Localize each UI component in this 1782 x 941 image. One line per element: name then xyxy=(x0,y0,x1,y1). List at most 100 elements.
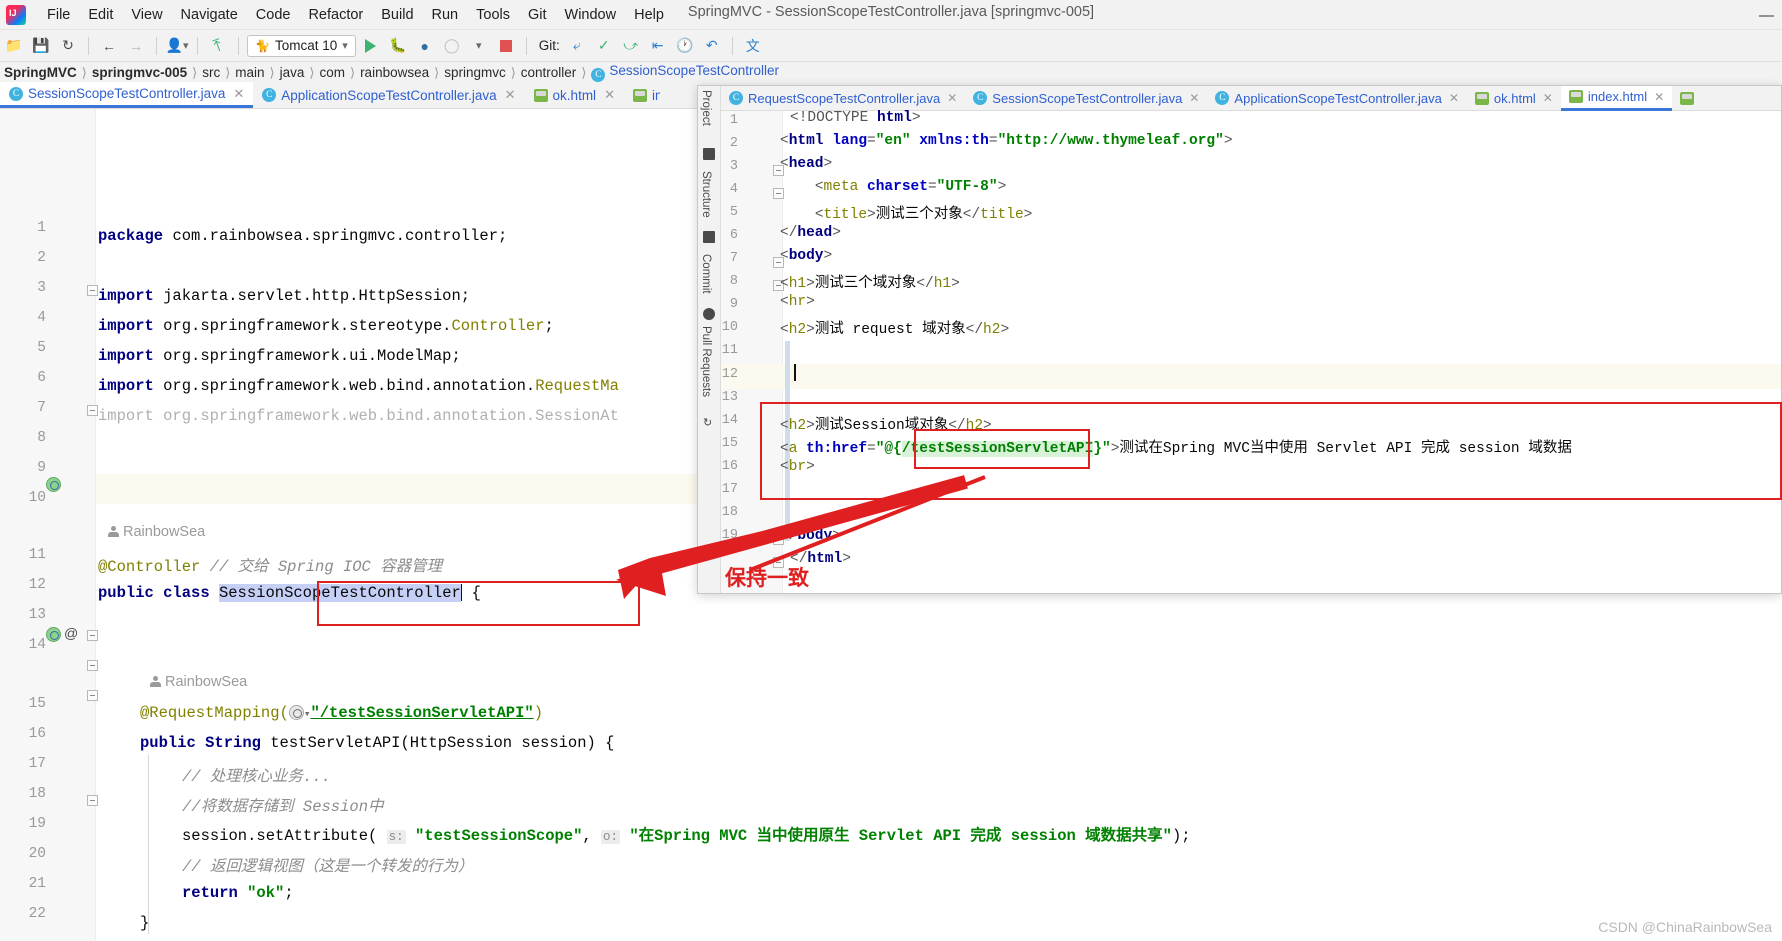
line-number: 17 xyxy=(28,756,46,772)
fold-marker-icon[interactable] xyxy=(87,795,98,806)
tab-applicationscopetestcontroller-java[interactable]: C ApplicationScopeTestController.java ✕ xyxy=(253,82,524,108)
close-icon[interactable]: ✕ xyxy=(1654,90,1664,104)
minimize-button[interactable]: — xyxy=(1759,7,1774,24)
code-line: <hr> xyxy=(780,294,815,310)
breadcrumb-item-java[interactable]: java xyxy=(276,65,309,80)
run-with-coverage-icon[interactable]: ● xyxy=(413,34,437,58)
menu-item-code[interactable]: Code xyxy=(247,5,300,25)
breadcrumb-item-springmvc-005[interactable]: springmvc-005 xyxy=(88,65,191,80)
close-icon[interactable]: ✕ xyxy=(1449,91,1459,105)
web-url-icon[interactable] xyxy=(288,705,304,720)
line-number: 6 xyxy=(37,370,46,386)
menu-item-run[interactable]: Run xyxy=(423,5,468,25)
menu-item-view[interactable]: View xyxy=(122,5,171,25)
line-number: 19 xyxy=(28,816,46,832)
tab-ok-html[interactable]: ok.html ✕ xyxy=(1467,86,1561,111)
code-line: import org.springframework.ui.ModelMap; xyxy=(98,347,461,365)
tab-index-html[interactable]: index.html xyxy=(624,82,669,108)
sync-icon[interactable]: ↻ xyxy=(56,34,80,58)
close-icon[interactable]: ✕ xyxy=(1189,91,1199,105)
menu-item-edit[interactable]: Edit xyxy=(79,5,122,25)
tab-overflow[interactable] xyxy=(1672,86,1702,111)
breadcrumb-item-rainbowsea[interactable]: rainbowsea xyxy=(356,65,433,80)
breadcrumb-item-main[interactable]: main xyxy=(231,65,268,80)
breadcrumb-item-springmvc-pkg[interactable]: springmvc xyxy=(440,65,510,80)
line-number: 3 xyxy=(37,280,46,296)
debug-icon[interactable]: 🐛 xyxy=(386,34,410,58)
code-line: <title>测试三个对象</title> xyxy=(814,207,1033,223)
project-open-icon[interactable]: 📁 xyxy=(2,34,26,58)
tab-index-html[interactable]: index.html ✕ xyxy=(1560,86,1673,111)
code-line: import org.springframework.web.bind.anno… xyxy=(98,377,619,395)
undo-icon[interactable]: ↶ xyxy=(700,34,724,58)
close-icon[interactable]: ✕ xyxy=(505,87,516,103)
annotation-gutter-icon[interactable]: @ xyxy=(64,625,78,641)
menu-item-window[interactable]: Window xyxy=(556,5,626,25)
push-icon[interactable]: ⤻ xyxy=(619,34,643,58)
tab-ok-html[interactable]: ok.html ✕ xyxy=(525,82,624,108)
text-caret xyxy=(794,364,796,381)
menu-item-refactor[interactable]: Refactor xyxy=(299,5,372,25)
breadcrumb-item-src[interactable]: src xyxy=(198,65,224,80)
line-number: 11 xyxy=(28,547,46,563)
tab-applicationscopetestcontroller-java[interactable]: C ApplicationScopeTestController.java ✕ xyxy=(1207,86,1466,111)
tab-requestscopetestcontroller-java[interactable]: C RequestScopeTestController.java ✕ xyxy=(721,86,965,111)
menu-item-tools[interactable]: Tools xyxy=(467,5,519,25)
menu-item-navigate[interactable]: Navigate xyxy=(172,5,247,25)
chevron-down-icon[interactable]: ▾ xyxy=(467,34,491,58)
breadcrumb-item-springmvc[interactable]: SpringMVC xyxy=(0,65,81,80)
forward-arrow-icon[interactable]: → xyxy=(124,34,148,58)
breadcrumb-item-com[interactable]: com xyxy=(315,65,349,80)
fold-marker-icon[interactable] xyxy=(87,630,98,641)
fold-marker-icon[interactable] xyxy=(87,285,98,296)
rollback-icon[interactable]: ⇤ xyxy=(646,34,670,58)
line-number: 20 xyxy=(28,846,46,862)
tab-label: ok.html xyxy=(1493,90,1536,106)
code-line: </head> xyxy=(780,225,841,241)
tab-label: SessionScopeTestController.java xyxy=(28,86,226,101)
tab-sessionscopetestcontroller-java[interactable]: C SessionScopeTestController.java ✕ xyxy=(965,86,1207,111)
author-name: RainbowSea xyxy=(165,674,248,690)
translate-icon[interactable]: 文 xyxy=(741,34,765,58)
menu-item-build[interactable]: Build xyxy=(372,5,422,25)
profiler-icon[interactable]: ◯ xyxy=(440,34,464,58)
line-number: 2 xyxy=(729,136,738,151)
close-icon[interactable]: ✕ xyxy=(1543,91,1553,105)
tab-sessionscopetestcontroller-java[interactable]: C SessionScopeTestController.java ✕ xyxy=(0,82,254,108)
code-line: package com.rainbowsea.springmvc.control… xyxy=(98,227,508,245)
line-number: 14 xyxy=(28,637,46,653)
commit-icon[interactable]: ✓ xyxy=(592,34,616,58)
build-hammer-icon[interactable]: ⤒ xyxy=(203,30,234,61)
menu-item-git[interactable]: Git xyxy=(519,5,556,25)
spring-bean-gutter-icon[interactable] xyxy=(46,477,61,492)
profile-icon[interactable]: 👤 ▾ xyxy=(165,34,189,58)
save-icon[interactable]: 💾 xyxy=(29,34,53,58)
update-project-icon[interactable]: ⤶ xyxy=(565,34,589,58)
breadcrumb-item-controller[interactable]: controller xyxy=(517,65,581,80)
java-class-icon: C xyxy=(591,68,606,82)
run-icon[interactable] xyxy=(359,34,383,58)
java-class-icon: C xyxy=(973,91,988,105)
menu-item-file[interactable]: File xyxy=(38,5,79,25)
stop-icon[interactable] xyxy=(494,34,518,58)
run-configuration-selector[interactable]: 🐈 Tomcat 10 ▾ xyxy=(247,34,356,57)
person-icon xyxy=(150,676,161,687)
history-icon[interactable]: 🕐 xyxy=(673,34,697,58)
spring-bean-gutter-icon[interactable] xyxy=(46,627,61,642)
back-arrow-icon[interactable]: ← xyxy=(97,34,121,58)
tool-window-pull-requests[interactable]: Pull Requests xyxy=(700,326,712,397)
line-number: 8 xyxy=(729,274,738,289)
breadcrumb-item-class[interactable]: C SessionScopeTestController xyxy=(587,63,783,82)
close-icon[interactable]: ✕ xyxy=(947,91,957,105)
right-code-editor-window[interactable]: Project Structure Commit Pull Requests ↻… xyxy=(697,85,1782,594)
code-line: return "ok"; xyxy=(182,884,294,902)
close-icon[interactable]: ✕ xyxy=(604,87,615,103)
fold-marker-icon[interactable] xyxy=(87,690,98,701)
fold-marker-icon[interactable] xyxy=(87,405,98,416)
vcs-author-annotation: RainbowSea xyxy=(150,674,247,690)
line-number: 7 xyxy=(37,400,46,416)
close-icon[interactable]: ✕ xyxy=(233,86,244,102)
fold-marker-icon[interactable] xyxy=(87,660,98,671)
code-line: // 处理核心业务... xyxy=(182,768,331,786)
menu-item-help[interactable]: Help xyxy=(625,5,673,25)
